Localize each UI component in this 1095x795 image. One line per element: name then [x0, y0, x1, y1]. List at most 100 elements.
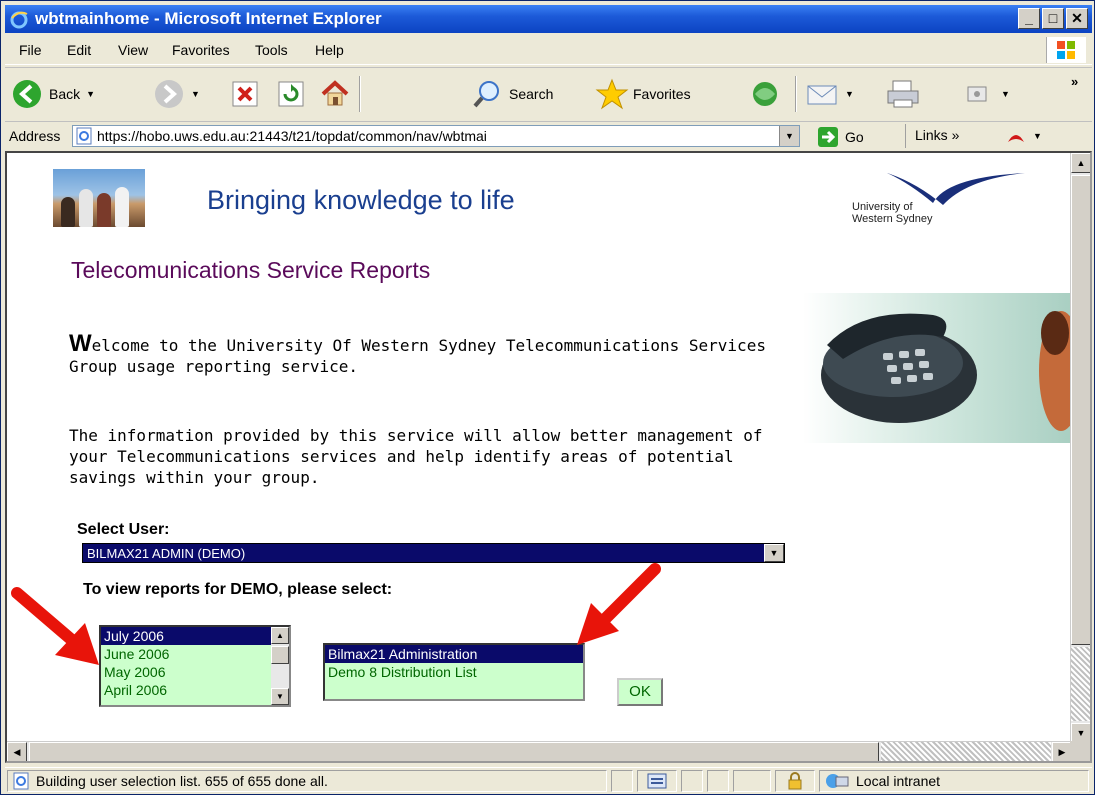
status-pane — [707, 770, 729, 792]
scroll-right-icon[interactable]: ▶ — [1052, 742, 1072, 761]
search-icon — [473, 81, 499, 108]
print-button[interactable] — [885, 76, 921, 112]
select-user-dropdown[interactable]: BILMAX21 ADMIN (DEMO) ▼ — [82, 543, 785, 563]
zone-pane: Local intranet — [819, 770, 1089, 792]
banner-person — [115, 187, 129, 227]
welcome-body: elcome to the University Of Western Sydn… — [69, 336, 766, 376]
media-icon — [753, 82, 777, 106]
status-pane — [611, 770, 633, 792]
select-user-label: Select User: — [77, 521, 170, 538]
scroll-down-icon[interactable]: ▼ — [271, 688, 289, 705]
scroll-thumb[interactable] — [29, 742, 879, 761]
mail-button[interactable]: ▼ — [805, 76, 854, 112]
acrobat-button[interactable]: ▼ — [1005, 125, 1042, 147]
banner-photo — [53, 169, 145, 227]
chevron-down-icon: ▼ — [845, 89, 854, 99]
refresh-button[interactable] — [277, 76, 305, 112]
vertical-scrollbar[interactable]: ▲ ▼ — [1070, 153, 1090, 743]
welcome-text: Welcome to the University Of Western Syd… — [69, 330, 789, 377]
logo-text-line1: University of — [852, 201, 913, 213]
month-listbox[interactable]: July 2006 June 2006 May 2006 April 2006 … — [99, 625, 291, 707]
scroll-thumb[interactable] — [1071, 175, 1090, 645]
links-button[interactable]: Links » — [915, 127, 959, 143]
horizontal-scrollbar[interactable]: ◀ ▶ — [7, 741, 1074, 761]
toolbar-overflow-button[interactable]: » — [1071, 74, 1078, 89]
edit-icon — [967, 86, 987, 102]
selected-user-value: BILMAX21 ADMIN (DEMO) — [87, 546, 246, 561]
list-option[interactable]: Demo 8 Distribution List — [325, 663, 583, 681]
refresh-icon — [278, 81, 304, 107]
scroll-thumb[interactable] — [271, 646, 289, 664]
menu-favorites[interactable]: Favorites — [172, 42, 230, 58]
info-text: The information provided by this service… — [69, 426, 763, 487]
scroll-track[interactable] — [1071, 647, 1090, 721]
month-option[interactable]: June 2006 — [101, 645, 289, 663]
forward-button[interactable]: ▼ — [153, 76, 200, 112]
scroll-left-icon[interactable]: ◀ — [7, 742, 27, 761]
toolbar-separator — [359, 76, 361, 112]
menu-view[interactable]: View — [118, 42, 148, 58]
address-dropdown-button[interactable]: ▼ — [779, 126, 799, 146]
intranet-icon — [826, 774, 849, 788]
back-button[interactable]: Back ▼ — [11, 76, 95, 112]
browser-window: wbtmainhome - Microsoft Internet Explore… — [0, 0, 1095, 795]
status-text: Building user selection list. 655 of 655… — [36, 773, 328, 789]
welcome-initial: W — [69, 330, 92, 357]
stop-button[interactable] — [231, 76, 259, 112]
menu-bar: File Edit View Favorites Tools Help — [5, 35, 1092, 65]
menu-edit[interactable]: Edit — [67, 42, 91, 58]
lock-icon — [788, 772, 802, 790]
scroll-up-icon[interactable]: ▲ — [271, 627, 289, 644]
scroll-up-icon[interactable]: ▲ — [1071, 153, 1090, 173]
menu-tools[interactable]: Tools — [255, 42, 288, 58]
logo-text: University of Western Sydney — [852, 201, 933, 225]
star-icon — [595, 78, 629, 110]
edit-page-button[interactable]: ▼ — [965, 76, 1010, 112]
page-title: Telecomunications Service Reports — [71, 257, 431, 283]
bird-logo-icon — [887, 173, 1025, 205]
minimize-button[interactable]: _ — [1018, 8, 1040, 29]
scroll-down-icon[interactable]: ▼ — [1071, 723, 1090, 743]
chevron-down-icon[interactable]: ▼ — [764, 544, 784, 562]
security-pane[interactable] — [775, 770, 815, 792]
menu-help[interactable]: Help — [315, 42, 344, 58]
forward-arrow-icon — [155, 80, 183, 108]
window-title: wbtmainhome - Microsoft Internet Explore… — [35, 9, 382, 28]
close-button[interactable]: ✕ — [1066, 8, 1088, 29]
ok-button[interactable]: OK — [617, 678, 663, 706]
month-option[interactable]: May 2006 — [101, 663, 289, 681]
chevron-down-icon: ▼ — [1033, 131, 1042, 141]
home-button[interactable] — [319, 76, 351, 112]
address-bar: Address https://hobo.uws.edu.au:21443/t2… — [5, 121, 1092, 149]
logo-text-line2: Western Sydney — [852, 213, 933, 225]
search-label: Search — [509, 86, 554, 102]
month-option[interactable]: July 2006 — [101, 627, 289, 645]
search-button[interactable]: Search — [471, 76, 553, 112]
go-arrow-icon — [818, 127, 838, 147]
chevron-down-icon: ▼ — [191, 89, 200, 99]
address-input[interactable]: https://hobo.uws.edu.au:21443/t21/topdat… — [72, 125, 800, 147]
media-button[interactable] — [749, 76, 781, 112]
month-list-scrollbar[interactable]: ▲ ▼ — [271, 627, 289, 705]
list-option[interactable]: Bilmax21 Administration — [325, 645, 583, 663]
favorites-button[interactable]: Favorites — [595, 76, 691, 112]
banner-person — [61, 197, 75, 227]
mail-icon — [807, 85, 837, 105]
tagline: Bringing knowledge to life — [207, 185, 515, 215]
menu-file[interactable]: File — [19, 42, 42, 58]
scroll-track[interactable] — [881, 742, 1051, 761]
maximize-button[interactable]: □ — [1042, 8, 1064, 29]
status-bar: Building user selection list. 655 of 655… — [5, 767, 1092, 793]
distribution-listbox[interactable]: Bilmax21 Administration Demo 8 Distribut… — [323, 643, 585, 701]
view-reports-label: To view reports for DEMO, please select: — [83, 581, 393, 598]
favorites-label: Favorites — [633, 86, 691, 102]
windows-flag-icon — [1046, 37, 1086, 63]
address-label: Address — [9, 128, 61, 144]
month-option[interactable]: April 2006 — [101, 681, 289, 699]
page-icon — [76, 127, 92, 145]
toolbar: Back ▼ ▼ Search Favorites ▼ ▼ » — [5, 67, 1092, 119]
back-arrow-icon — [13, 80, 41, 108]
go-button[interactable]: Go — [817, 126, 864, 148]
status-text-pane: Building user selection list. 655 of 655… — [7, 770, 607, 792]
go-label: Go — [845, 129, 864, 145]
